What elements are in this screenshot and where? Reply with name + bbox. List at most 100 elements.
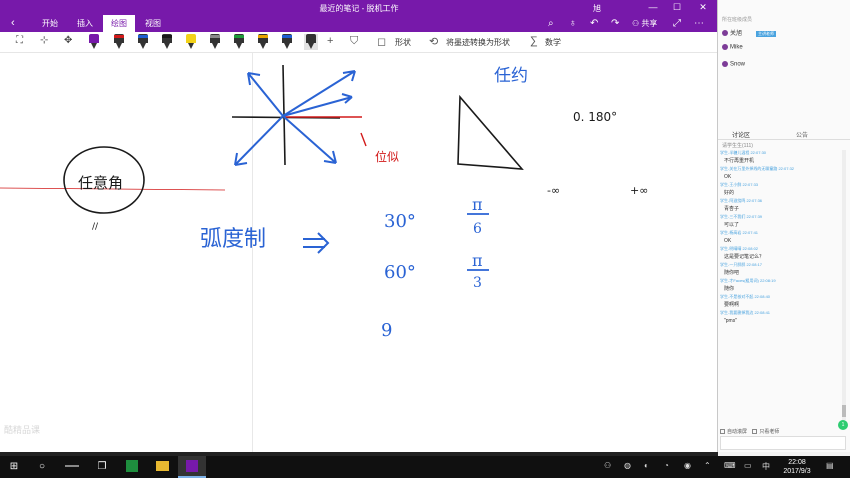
ink-text-three: 3 bbox=[473, 275, 482, 291]
member-list-header: 所在班级成员 bbox=[722, 17, 753, 23]
taskview-icon[interactable]: ❐ bbox=[88, 456, 116, 478]
auto-scroll-checkbox[interactable] bbox=[720, 429, 725, 435]
network-icon[interactable]: ◍ bbox=[624, 461, 631, 470]
window-title: 最近的笔记 - 脱机工作 bbox=[319, 4, 399, 13]
pen-red[interactable] bbox=[114, 34, 124, 50]
note-canvas[interactable]: 任意角 // 位似 任约 0. 180° -∞ +∞ 弧度制 30° 60° 9… bbox=[0, 53, 717, 452]
member-name: 关旭 bbox=[730, 31, 743, 37]
file-explorer-icon[interactable] bbox=[148, 456, 176, 478]
ink-text-ticks: // bbox=[92, 222, 99, 232]
chat-message-body: 这是要记笔记么？ bbox=[724, 254, 765, 260]
keyboard-icon[interactable]: ⌨ bbox=[724, 461, 736, 470]
ink-to-shape-label[interactable]: 将墨迹转换为形状 bbox=[446, 37, 510, 48]
new-message-badge[interactable]: 1 bbox=[838, 420, 848, 430]
clock-date: 2017/9/3 bbox=[783, 468, 811, 475]
tray-icon[interactable]: ◔ bbox=[664, 461, 669, 470]
draw-toolbar: ⛶ ⊹ ✥ + ⛉ ◻ 形状 ⟲ 将墨迹转换为形状 ∑ 数学 bbox=[0, 32, 717, 53]
math-icon[interactable]: ∑ bbox=[530, 35, 538, 47]
tab-insert[interactable]: 插入 bbox=[70, 15, 100, 32]
avatar bbox=[722, 44, 728, 50]
chat-message-body: 好的 bbox=[724, 190, 735, 196]
only-teacher-label: 只看老师 bbox=[759, 429, 780, 435]
member-item[interactable]: Snow bbox=[722, 61, 745, 71]
move-icon[interactable]: ✥ bbox=[64, 35, 72, 46]
start-button[interactable]: ⊞ bbox=[0, 456, 28, 478]
add-pen-icon[interactable]: + bbox=[327, 35, 333, 47]
app-green-icon[interactable] bbox=[118, 456, 146, 478]
tab-discussion[interactable]: 讨论区 bbox=[732, 130, 750, 139]
ink-text-pos-inf: +∞ bbox=[630, 184, 648, 197]
chat-filter[interactable]: 请学生生(111) bbox=[722, 142, 753, 149]
chat-message-body: OK bbox=[724, 238, 732, 244]
ink-text-any: 任约 bbox=[494, 66, 528, 86]
avatar bbox=[722, 61, 728, 67]
undo-icon[interactable]: ↶ bbox=[590, 16, 598, 31]
pen-gray[interactable] bbox=[210, 34, 220, 50]
title-bar: 最近的笔记 - 脱机工作 旭 — ☐ ✕ bbox=[0, 0, 717, 15]
ink-text-degree-system: 位似 bbox=[375, 149, 399, 164]
chat-input[interactable] bbox=[720, 436, 846, 450]
wechat-icon[interactable]: ◐ bbox=[644, 461, 649, 470]
notification-icon[interactable]: ▤ bbox=[826, 461, 834, 470]
scroll-thumb[interactable] bbox=[842, 405, 846, 417]
chat-message-body: 随你 bbox=[724, 286, 735, 292]
ink-to-shape-icon[interactable]: ⟲ bbox=[429, 35, 438, 48]
onenote-taskbar-icon[interactable] bbox=[178, 456, 206, 478]
ime-indicator[interactable]: 中 bbox=[762, 461, 770, 472]
select-icon[interactable]: ⊹ bbox=[40, 35, 48, 46]
member-item[interactable]: Mike bbox=[722, 44, 743, 54]
pen-orange[interactable] bbox=[258, 34, 268, 50]
ink-triangle bbox=[457, 94, 524, 170]
search-icon[interactable]: ⌕ bbox=[548, 16, 554, 31]
taskbar: ⊞ ○ ❐ ⚇ ◍ ◐ ◔ ◉ ⌃ ⌨ ▭ 中 22:08 2017/9/3 ▤ bbox=[0, 456, 850, 478]
ink-text-radian: 弧度制 bbox=[200, 227, 266, 252]
lasso-icon[interactable]: ⛶ bbox=[16, 35, 23, 46]
redo-icon[interactable]: ↷ bbox=[611, 16, 619, 31]
back-button[interactable]: ‹ bbox=[11, 17, 15, 29]
tray-icon-2[interactable]: ◉ bbox=[684, 461, 691, 470]
shapes-icon[interactable]: ◻ bbox=[377, 35, 386, 48]
share-button[interactable]: ⚇ 共享 bbox=[632, 15, 657, 32]
chat-scrollbar[interactable] bbox=[842, 150, 846, 420]
task-view-button[interactable] bbox=[58, 456, 86, 478]
ruler-icon[interactable]: ⛉ bbox=[350, 35, 358, 48]
only-teacher-checkbox[interactable] bbox=[752, 429, 758, 435]
pen-blue-2[interactable] bbox=[282, 34, 292, 50]
highlighter-yellow[interactable] bbox=[186, 34, 196, 50]
avatar bbox=[722, 30, 728, 37]
tab-view[interactable]: 视图 bbox=[138, 15, 168, 32]
tab-draw[interactable]: 绘图 bbox=[103, 15, 135, 32]
pen-black-selected[interactable] bbox=[304, 34, 318, 50]
maximize-button[interactable]: ☐ bbox=[666, 1, 688, 14]
member-item[interactable]: 关旭 主讲老师 bbox=[722, 28, 777, 38]
clock[interactable]: 22:08 2017/9/3 bbox=[775, 458, 819, 476]
lightbulb-icon[interactable]: ♁ bbox=[569, 16, 577, 31]
desktop: 最近的笔记 - 脱机工作 旭 — ☐ ✕ ‹ 开始 插入 绘图 视图 ⌕ ♁ ↶… bbox=[0, 0, 850, 478]
tab-home[interactable]: 开始 bbox=[35, 15, 65, 32]
battery-icon[interactable]: ▭ bbox=[744, 461, 752, 470]
pen-black[interactable] bbox=[162, 34, 172, 50]
pen-green[interactable] bbox=[234, 34, 244, 50]
math-label[interactable]: 数学 bbox=[545, 37, 561, 48]
pen-purple[interactable] bbox=[89, 34, 99, 50]
ink-layer: 任意角 // 位似 任约 0. 180° -∞ +∞ 弧度制 30° 60° 9… bbox=[0, 64, 648, 341]
close-button[interactable]: ✕ bbox=[692, 1, 714, 14]
ink-text-neg-inf: -∞ bbox=[547, 184, 560, 197]
search-button[interactable]: ○ bbox=[28, 456, 56, 478]
more-icon[interactable]: ⋯ bbox=[694, 16, 704, 31]
ink-text-pi-1: π bbox=[472, 195, 483, 214]
ribbon-tabs: ‹ 开始 插入 绘图 视图 ⌕ ♁ ↶ ↷ ⚇ 共享 ⤢ ⋯ bbox=[0, 15, 717, 32]
tab-announcement[interactable]: 公告 bbox=[796, 130, 808, 139]
user-name[interactable]: 旭 bbox=[593, 3, 601, 14]
watermark: 酷精品课 bbox=[4, 425, 41, 435]
tray-arrow-icon[interactable]: ⌃ bbox=[704, 461, 711, 470]
pen-blue[interactable] bbox=[138, 34, 148, 50]
ink-text-six: 6 bbox=[473, 221, 482, 237]
shapes-label[interactable]: 形状 bbox=[395, 37, 411, 48]
fullscreen-icon[interactable]: ⤢ bbox=[673, 16, 681, 31]
chat-message-body: 不行再重开机 bbox=[724, 158, 755, 164]
member-name: Snow bbox=[730, 61, 746, 68]
onenote-window: 最近的笔记 - 脱机工作 旭 — ☐ ✕ ‹ 开始 插入 绘图 视图 ⌕ ♁ ↶… bbox=[0, 0, 718, 452]
minimize-button[interactable]: — bbox=[642, 1, 664, 14]
people-icon[interactable]: ⚇ bbox=[604, 461, 611, 470]
